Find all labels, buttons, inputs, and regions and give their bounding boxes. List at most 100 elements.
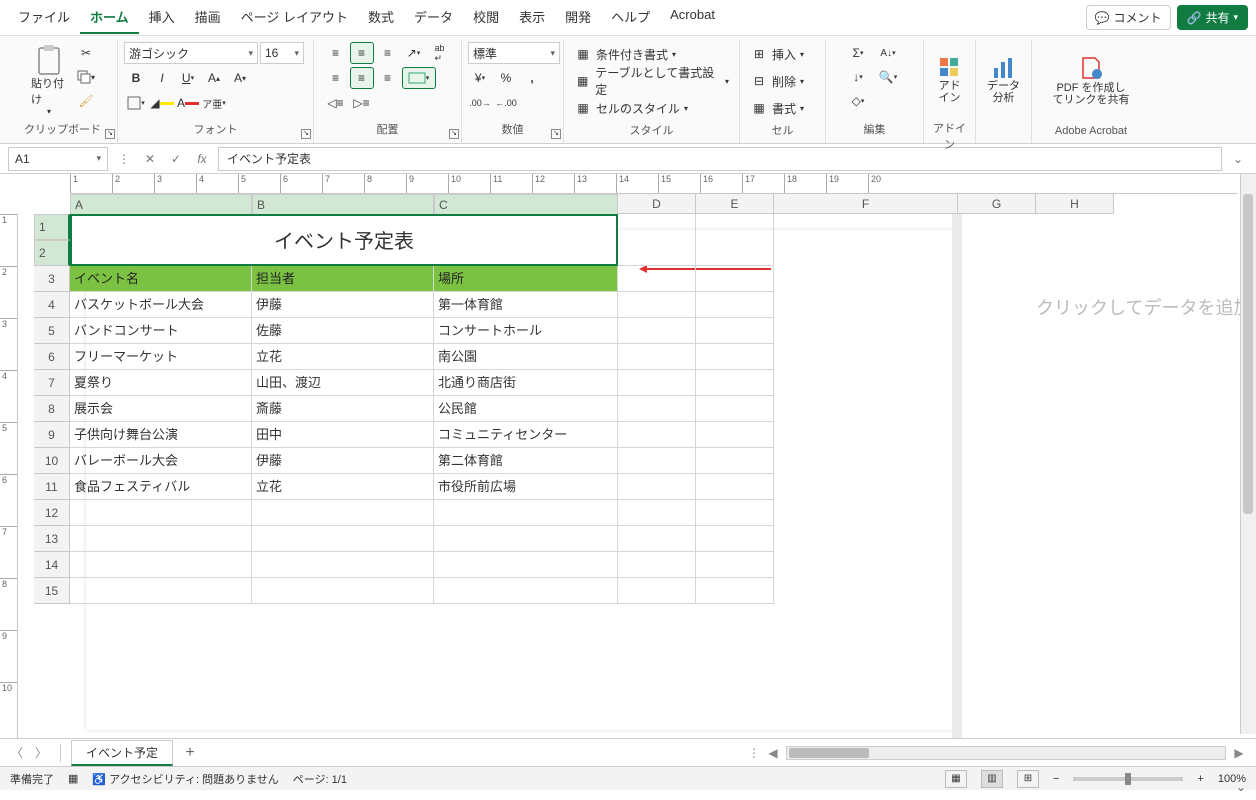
align-left-button[interactable]: ≡ bbox=[324, 67, 348, 89]
col-header-H[interactable]: H bbox=[1036, 194, 1114, 214]
acrobat-pdf-button[interactable]: PDF を作成し てリンクを共有 bbox=[1041, 42, 1141, 118]
cell[interactable]: 伊藤 bbox=[252, 448, 434, 474]
enter-formula-button[interactable]: ✓ bbox=[166, 152, 186, 166]
number-format-select[interactable]: 標準▾ bbox=[468, 42, 560, 64]
decrease-decimal-button[interactable]: ←.00 bbox=[494, 92, 518, 114]
cell[interactable] bbox=[696, 344, 774, 370]
insert-cells-button[interactable]: ⊞挿入▾ bbox=[746, 42, 808, 66]
cell[interactable]: 食品フェスティバル bbox=[70, 474, 252, 500]
border-button[interactable]: ▾ bbox=[124, 92, 148, 114]
cell[interactable]: 公民館 bbox=[434, 396, 618, 422]
cell[interactable]: イベント名 bbox=[70, 266, 252, 292]
zoom-out-button[interactable]: − bbox=[1053, 773, 1059, 785]
cell[interactable]: 立花 bbox=[252, 344, 434, 370]
horizontal-scrollbar[interactable] bbox=[786, 746, 1226, 760]
zoom-in-button[interactable]: + bbox=[1197, 773, 1203, 785]
font-name-select[interactable]: 游ゴシック▾ bbox=[124, 42, 258, 64]
autosum-button[interactable]: Σ▾ bbox=[846, 42, 870, 64]
menu-tab-ファイル[interactable]: ファイル bbox=[8, 1, 80, 34]
cell[interactable] bbox=[696, 370, 774, 396]
row-header-6[interactable]: 6 bbox=[34, 344, 70, 370]
col-header-B[interactable]: B bbox=[252, 194, 434, 216]
cell[interactable] bbox=[618, 266, 696, 292]
cell[interactable] bbox=[70, 552, 252, 578]
cell[interactable] bbox=[618, 292, 696, 318]
hscroll-left[interactable]: ◀ bbox=[764, 746, 782, 760]
align-center-button[interactable]: ≡ bbox=[350, 67, 374, 89]
font-dialog-launcher[interactable]: ↘ bbox=[301, 129, 311, 139]
wrap-text-button[interactable]: ab↵ bbox=[428, 42, 452, 64]
vertical-scrollbar[interactable] bbox=[1240, 174, 1256, 734]
align-bottom-button[interactable]: ≡ bbox=[376, 42, 400, 64]
percent-button[interactable]: % bbox=[494, 67, 518, 89]
cell[interactable] bbox=[618, 448, 696, 474]
cell[interactable] bbox=[696, 266, 774, 292]
clear-button[interactable]: ◇▾ bbox=[846, 90, 870, 112]
row-header-3[interactable]: 3 bbox=[34, 266, 70, 292]
menu-tab-数式[interactable]: 数式 bbox=[358, 1, 404, 34]
fx-button[interactable]: fx bbox=[192, 152, 212, 166]
decrease-indent-button[interactable]: ◁≡ bbox=[324, 92, 348, 114]
row-header-13[interactable]: 13 bbox=[34, 526, 70, 552]
cell[interactable]: 南公園 bbox=[434, 344, 618, 370]
cell[interactable] bbox=[696, 318, 774, 344]
add-sheet-button[interactable]: + bbox=[179, 744, 201, 762]
row-header-14[interactable]: 14 bbox=[34, 552, 70, 578]
row-header-1[interactable]: 1 bbox=[34, 214, 70, 240]
number-dialog-launcher[interactable]: ↘ bbox=[551, 129, 561, 139]
row-header-10[interactable]: 10 bbox=[34, 448, 70, 474]
comma-button[interactable]: , bbox=[520, 67, 544, 89]
cell[interactable] bbox=[696, 422, 774, 448]
paste-button[interactable]: 貼り付け ▾ bbox=[27, 42, 71, 118]
menu-tab-描画[interactable]: 描画 bbox=[185, 1, 231, 34]
cell[interactable] bbox=[618, 474, 696, 500]
row-header-7[interactable]: 7 bbox=[34, 370, 70, 396]
align-top-button[interactable]: ≡ bbox=[324, 42, 348, 64]
row-header-11[interactable]: 11 bbox=[34, 474, 70, 500]
col-header-A[interactable]: A bbox=[70, 194, 252, 216]
menu-tab-校閲[interactable]: 校閲 bbox=[463, 1, 509, 34]
cell[interactable] bbox=[252, 500, 434, 526]
cell[interactable] bbox=[696, 448, 774, 474]
find-select-button[interactable]: 🔍▾ bbox=[873, 66, 903, 88]
data-analysis-button[interactable]: データ 分析 bbox=[982, 42, 1026, 118]
fill-button[interactable]: ↓▾ bbox=[846, 66, 870, 88]
cell[interactable] bbox=[252, 552, 434, 578]
align-right-button[interactable]: ≡ bbox=[376, 67, 400, 89]
cell[interactable]: コンサートホール bbox=[434, 318, 618, 344]
merge-button[interactable]: ▾ bbox=[402, 67, 436, 89]
format-cells-button[interactable]: ▦書式▾ bbox=[746, 96, 808, 120]
cell[interactable] bbox=[618, 396, 696, 422]
menu-tab-Acrobat[interactable]: Acrobat bbox=[660, 1, 725, 34]
cancel-formula-button[interactable]: ✕ bbox=[140, 152, 160, 166]
macro-icon[interactable]: ▦ bbox=[68, 772, 78, 785]
hscroll-thumb[interactable] bbox=[789, 748, 869, 758]
cell[interactable]: 伊藤 bbox=[252, 292, 434, 318]
font-size-select[interactable]: 16▾ bbox=[260, 42, 304, 64]
cell[interactable]: 田中 bbox=[252, 422, 434, 448]
hscroll-right[interactable]: ▶ bbox=[1230, 746, 1248, 760]
cell[interactable] bbox=[434, 578, 618, 604]
cell[interactable] bbox=[696, 214, 774, 266]
cell[interactable]: 市役所前広場 bbox=[434, 474, 618, 500]
cell[interactable] bbox=[434, 526, 618, 552]
tab-nav-next[interactable]: 〉 bbox=[32, 744, 50, 761]
menu-tab-表示[interactable]: 表示 bbox=[509, 1, 555, 34]
accessibility-status[interactable]: ♿ アクセシビリティ: 問題ありません bbox=[92, 771, 278, 787]
row-header-12[interactable]: 12 bbox=[34, 500, 70, 526]
comment-button[interactable]: 💬 コメント bbox=[1086, 5, 1171, 30]
cell[interactable]: 夏祭り bbox=[70, 370, 252, 396]
align-dialog-launcher[interactable]: ↘ bbox=[449, 129, 459, 139]
delete-cells-button[interactable]: ⊟削除▾ bbox=[746, 69, 808, 93]
copy-button[interactable]: ▾ bbox=[74, 66, 98, 88]
cell-styles-button[interactable]: ▦セルのスタイル▾ bbox=[570, 96, 692, 120]
menu-tab-ページ レイアウト[interactable]: ページ レイアウト bbox=[231, 1, 358, 34]
share-button[interactable]: 🔗 共有 ▾ bbox=[1177, 5, 1249, 30]
cell[interactable]: 担当者 bbox=[252, 266, 434, 292]
menu-tab-開発[interactable]: 開発 bbox=[555, 1, 601, 34]
increase-font-button[interactable]: A▴ bbox=[202, 67, 226, 89]
menu-tab-ヘルプ[interactable]: ヘルプ bbox=[601, 1, 660, 34]
phonetic-button[interactable]: ア亜▾ bbox=[202, 92, 226, 114]
row-header-4[interactable]: 4 bbox=[34, 292, 70, 318]
row-header-15[interactable]: 15 bbox=[34, 578, 70, 604]
